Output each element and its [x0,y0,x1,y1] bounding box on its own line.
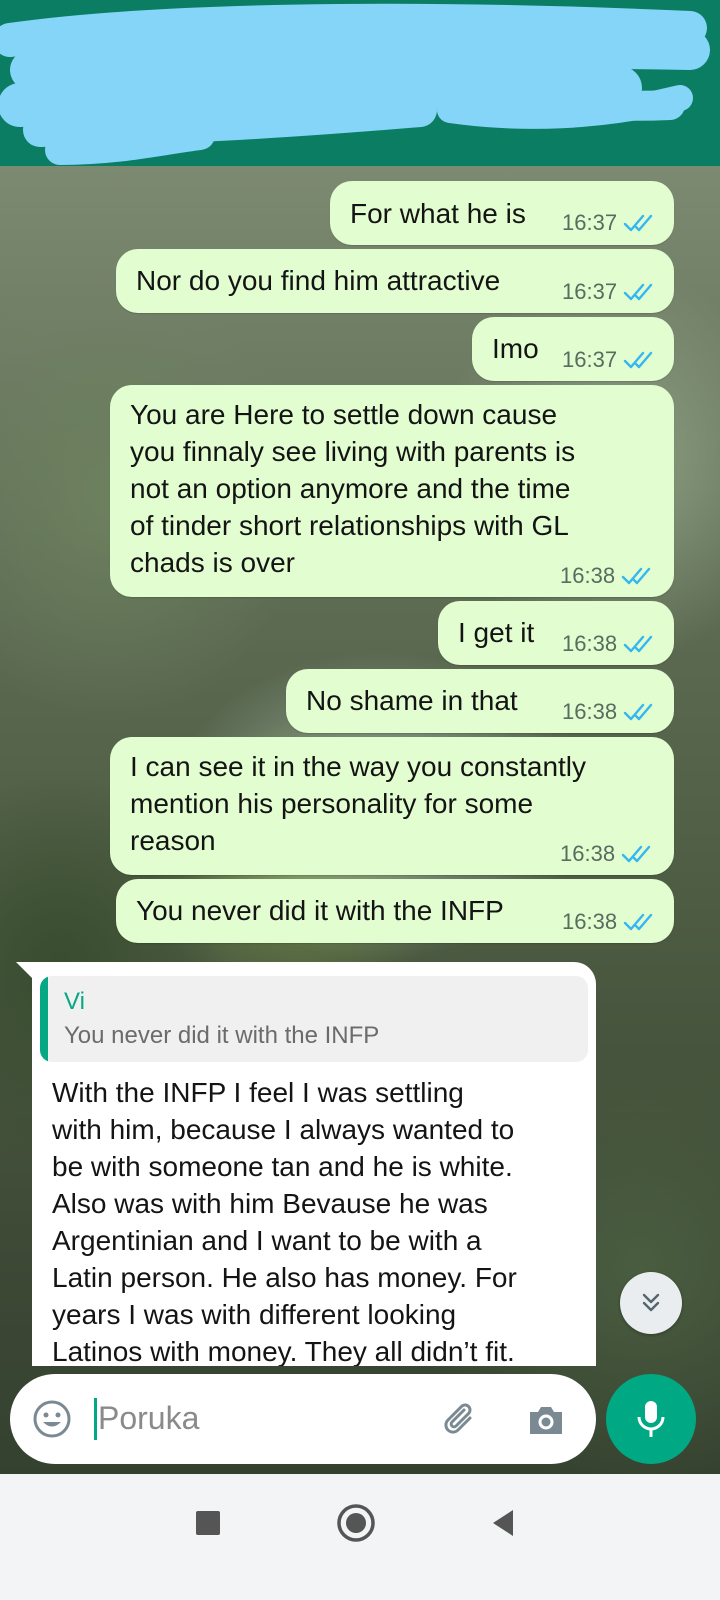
message-text: For what he is [350,198,526,229]
message-meta: 16:38 [560,563,653,589]
double-check-icon [621,845,651,863]
outgoing-message[interactable]: You are Here to settle down cause you fi… [110,385,674,597]
message-meta: 16:38 [562,909,655,935]
quote-accent-bar [40,976,48,1062]
message-text: With the INFP I feel I was settling with… [52,1077,517,1366]
message-time: 16:38 [562,699,618,724]
outgoing-message[interactable]: I can see it in the way you constantly m… [110,737,674,875]
message-meta: 16:37 [562,279,655,305]
message-text: I can see it in the way you constantly m… [130,751,587,856]
emoji-icon[interactable] [32,1399,72,1439]
message-input[interactable]: Poruka [98,1400,199,1437]
message-input-bar[interactable]: Poruka [10,1374,596,1464]
double-check-icon [623,913,653,931]
incoming-message[interactable]: Vi You never did it with the INFP With t… [32,962,596,1366]
text-caret [94,1398,97,1440]
message-time: 16:37 [562,347,618,372]
message-text: You never did it with the INFP [136,895,504,926]
system-navigation-bar [0,1474,720,1600]
double-check-icon [623,214,653,232]
message-time: 16:38 [560,563,616,588]
message-time: 16:37 [562,279,618,304]
message-time: 16:38 [562,909,618,934]
home-button[interactable] [335,1502,377,1544]
message-meta: 16:38 [562,631,655,657]
outgoing-message[interactable]: You never did it with the INFP 16:38 [116,879,674,943]
outgoing-message[interactable]: No shame in that 16:38 [286,669,674,733]
double-check-icon [621,567,651,585]
message-meta: 16:38 [560,841,653,867]
message-meta: 16:37 [562,347,655,373]
message-text: Nor do you find him attractive [136,265,501,296]
message-time: 16:37 [562,210,618,235]
quoted-message[interactable]: Vi You never did it with the INFP [40,976,588,1062]
message-meta: 16:38 [562,699,655,725]
double-check-icon [623,351,653,369]
camera-icon[interactable] [526,1400,566,1440]
message-time: 16:38 [560,841,616,866]
double-check-icon [623,283,653,301]
message-text: I get it [458,617,535,648]
outgoing-message[interactable]: Imo 16:37 [472,317,674,381]
message-text: You are Here to settle down cause you fi… [130,399,576,578]
paperclip-icon[interactable] [440,1398,482,1440]
double-check-icon [623,635,653,653]
outgoing-message[interactable]: For what he is 16:37 [330,181,674,245]
outgoing-message[interactable]: I get it 16:38 [438,601,674,665]
double-check-icon [623,703,653,721]
microphone-icon [637,1401,665,1437]
message-text: No shame in that [306,685,518,716]
message-meta: 16:37 [562,210,655,236]
message-time: 16:38 [562,631,618,656]
scroll-to-bottom-button[interactable] [620,1272,682,1334]
outgoing-message[interactable]: Nor do you find him attractive 16:37 [116,249,674,313]
message-text: Imo [492,333,539,364]
back-button[interactable] [491,1508,515,1538]
redaction-scribble [0,3,710,165]
quote-text: You never did it with the INFP [64,1022,380,1049]
quote-sender-name: Vi [64,988,85,1015]
microphone-button[interactable] [606,1374,696,1464]
recent-apps-button[interactable] [196,1511,220,1535]
chevron-double-down-icon [642,1293,660,1312]
